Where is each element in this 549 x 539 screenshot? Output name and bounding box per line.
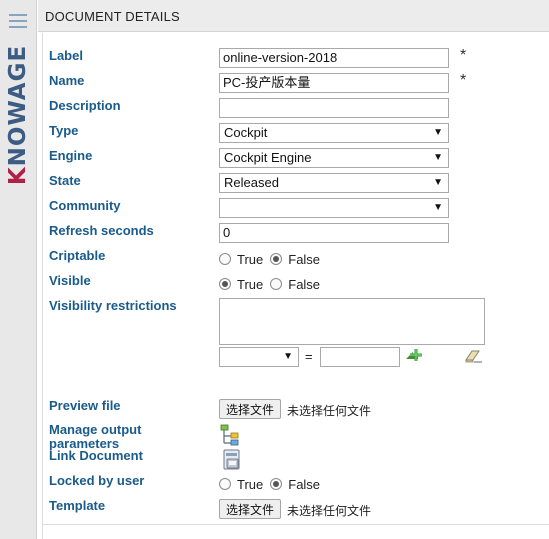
equals-sign: = (305, 349, 313, 364)
menu-icon[interactable] (9, 14, 27, 28)
engine-field-label: Engine (49, 148, 93, 163)
criptable-radio-group: True False (219, 250, 327, 268)
criptable-true-radio[interactable] (219, 253, 231, 265)
brand-logo-text: KNOWAGE (5, 44, 32, 186)
visibility-restrictions-textarea[interactable] (219, 298, 485, 345)
manage-output-parameters-field-label: Manage output parameters (49, 422, 142, 451)
visible-false-label[interactable]: False (288, 277, 320, 292)
preview-file-field-label: Preview file (49, 398, 121, 413)
locked-radio-group: True False (219, 475, 327, 493)
label-input[interactable]: online-version-2018 (219, 48, 449, 68)
panel-border-left (42, 33, 43, 539)
left-sidebar: KNOWAGE (0, 0, 37, 539)
document-link-icon[interactable] (221, 448, 245, 477)
state-select[interactable]: Released ▼ (219, 173, 449, 193)
locked-true-radio[interactable] (219, 478, 231, 490)
panel-border-bottom (42, 524, 549, 525)
refresh-seconds-input[interactable]: 0 (219, 223, 449, 243)
name-required-mark: * (460, 72, 467, 89)
community-select[interactable]: ▼ (219, 198, 449, 218)
type-field-label: Type (49, 123, 79, 138)
visibility-restrictions-field-label: Visibility restrictions (49, 298, 177, 313)
visibility-parameter-select[interactable]: ▼ (219, 347, 299, 367)
preview-file-choose-button[interactable]: 选择文件 (219, 399, 281, 419)
visible-radio-group: True False (219, 275, 327, 293)
chevron-down-icon: ▼ (433, 152, 443, 163)
state-select-value: Released (224, 175, 279, 190)
engine-select[interactable]: Cockpit Engine ▼ (219, 148, 449, 168)
description-field-label: Description (49, 98, 121, 113)
preview-file-status: 未选择任何文件 (287, 404, 372, 418)
template-field-label: Template (49, 498, 106, 513)
type-select-value: Cockpit (224, 125, 268, 140)
refresh-seconds-field-label: Refresh seconds (49, 223, 154, 238)
template-choose-button[interactable]: 选择文件 (219, 499, 281, 519)
chevron-down-icon: ▼ (283, 351, 293, 362)
locked-true-label[interactable]: True (237, 477, 263, 492)
criptable-field-label: Criptable (49, 248, 106, 263)
state-field-label: State (49, 173, 81, 188)
community-field-label: Community (49, 198, 121, 213)
document-details-header: DOCUMENT DETAILS (38, 0, 549, 32)
type-select[interactable]: Cockpit ▼ (219, 123, 449, 143)
name-input[interactable]: PC-投产版本量 (219, 73, 449, 93)
visible-false-radio[interactable] (270, 278, 283, 290)
visible-true-radio[interactable] (219, 278, 231, 290)
chevron-down-icon: ▼ (433, 177, 443, 188)
brand-logo: KNOWAGE (2, 40, 34, 190)
link-document-field-label: Link Document (49, 448, 143, 463)
label-field-label: Label (49, 48, 83, 63)
chevron-down-icon: ▼ (433, 127, 443, 138)
visible-true-label[interactable]: True (237, 277, 263, 292)
criptable-false-radio[interactable] (270, 253, 283, 265)
eraser-icon[interactable] (463, 348, 483, 369)
criptable-true-label[interactable]: True (237, 252, 263, 267)
locked-false-label[interactable]: False (288, 477, 320, 492)
template-file-status: 未选择任何文件 (287, 504, 372, 518)
engine-select-value: Cockpit Engine (224, 150, 312, 165)
chevron-down-icon: ▼ (433, 202, 443, 213)
locked-by-user-field-label: Locked by user (49, 473, 145, 488)
name-field-label: Name (49, 73, 85, 88)
description-input[interactable] (219, 98, 449, 118)
label-required-mark: * (460, 47, 467, 64)
visibility-value-input[interactable] (320, 347, 400, 367)
locked-false-radio[interactable] (270, 478, 283, 490)
add-arrow-icon[interactable] (404, 346, 424, 369)
criptable-false-label[interactable]: False (288, 252, 320, 267)
page-title: DOCUMENT DETAILS (45, 9, 180, 24)
visible-field-label: Visible (49, 273, 91, 288)
